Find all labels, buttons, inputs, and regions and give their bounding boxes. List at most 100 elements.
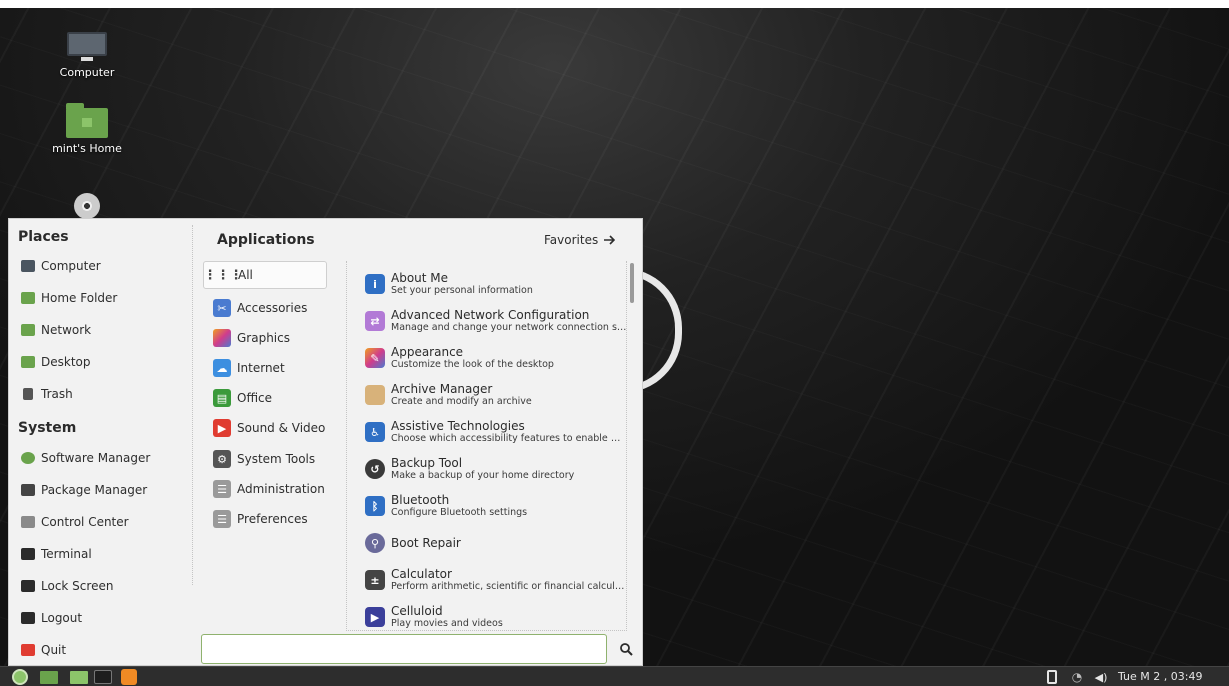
category-label: Graphics [237,331,290,345]
category-graphics[interactable]: Graphics [203,324,327,352]
system-item-control-center[interactable]: Control Center [21,511,129,533]
category-preferences[interactable]: ☰ Preferences [203,505,327,533]
terminal-launcher[interactable] [92,669,114,685]
place-label: Desktop [41,355,91,369]
app-item-celluloid[interactable]: ▶ Celluloid Play movies and videos [365,600,626,630]
files-launcher[interactable] [68,669,90,685]
show-desktop-button[interactable] [38,669,60,685]
volume-indicator[interactable]: ◀) [1090,669,1112,685]
app-item-boot-repair[interactable]: ⚲ Boot Repair [365,526,626,560]
app-name: Archive Manager [391,382,493,396]
system-item-lock-screen[interactable]: Lock Screen [21,575,113,597]
trash-icon [23,388,33,400]
archive-manager-icon [365,385,385,405]
scrollbar-thumb[interactable] [630,263,634,303]
app-description: Play movies and videos [391,617,503,629]
place-item-desktop[interactable]: Desktop [21,351,91,373]
bluetooth-icon: ᛒ [365,496,385,516]
category-sound-video[interactable]: ▶ Sound & Video [203,414,327,442]
category-label: Preferences [237,512,308,526]
search-icon [619,642,633,656]
category-office[interactable]: ▤ Office [203,384,327,412]
sound-video-icon: ▶ [213,419,231,437]
app-item-calculator[interactable]: ± Calculator Perform arithmetic, scientif… [365,563,626,597]
app-item-advanced-network-configuration[interactable]: ⇄ Advanced Network Configuration Manage a… [365,304,626,338]
favorites-button[interactable]: Favorites [544,233,616,247]
backup-icon: ↺ [365,459,385,479]
celluloid-icon: ▶ [365,607,385,627]
place-item-home-folder[interactable]: Home Folder [21,287,117,309]
desktop-icon-label: Computer [59,66,115,79]
category-internet[interactable]: ☁ Internet [203,354,327,382]
app-description: Customize the look of the desktop [391,358,554,370]
app-item-bluetooth[interactable]: ᛒ Bluetooth Configure Bluetooth settings [365,489,626,523]
system-item-terminal[interactable]: Terminal [21,543,92,565]
places-column: Places Computer Home Folder Network Desk… [9,219,192,667]
lock-icon [21,580,35,592]
administration-icon: ☰ [213,480,231,498]
category-all[interactable]: ⋮⋮⋮ All [203,261,327,289]
clock[interactable]: Tue M 2 , 03:49 [1118,670,1202,683]
search-input[interactable] [201,634,607,664]
system-item-package-manager[interactable]: Package Manager [21,479,147,501]
about-me-icon: i [365,274,385,294]
system-tools-icon: ⚙ [213,450,231,468]
terminal-icon [21,548,35,560]
battery-icon [1047,670,1057,684]
app-item-assistive-technologies[interactable]: ♿ Assistive Technologies Choose which acc… [365,415,626,449]
terminal-icon [94,670,112,684]
desktop-icon-computer[interactable]: Computer [32,32,142,79]
application-list[interactable]: i About Me Set your personal information … [346,261,627,631]
desktop-icon-home[interactable]: mint's Home [32,103,142,155]
network-wireless-icon: ◔ [1071,670,1083,684]
app-item-backup-tool[interactable]: ↺ Backup Tool Make a backup of your home … [365,452,626,486]
system-label: Quit [41,643,67,657]
battery-indicator[interactable] [1044,669,1060,685]
app-list-scrollbar[interactable] [628,261,636,631]
system-label: Lock Screen [41,579,114,593]
category-system-tools[interactable]: ⚙ System Tools [203,445,327,473]
app-name: Boot Repair [391,536,461,550]
app-item-archive-manager[interactable]: Archive Manager Create and modify an arch… [365,378,626,412]
update-manager-launcher[interactable] [118,669,140,685]
mint-menu-icon [12,669,28,685]
system-item-logout[interactable]: Logout [21,607,82,629]
category-label: Administration [237,482,325,496]
system-label: Control Center [41,515,129,529]
search-button[interactable] [614,637,638,661]
category-label: Office [237,391,273,405]
category-label: All [238,268,253,282]
app-description: Configure Bluetooth settings [391,506,528,518]
app-name: Calculator [391,567,452,581]
system-item-quit[interactable]: Quit [21,639,66,661]
desktop-icon-disc[interactable] [32,193,142,219]
place-item-trash[interactable]: Trash [21,383,73,405]
favorites-label: Favorites [544,233,599,247]
category-label: Internet [237,361,285,375]
app-description: Make a backup of your home directory [391,469,575,481]
app-item-about-me[interactable]: i About Me Set your personal information [365,267,626,301]
category-accessories[interactable]: ✂ Accessories [203,294,327,322]
accessibility-icon: ♿ [365,422,385,442]
app-name: Appearance [391,345,464,359]
category-label: Accessories [237,301,308,315]
system-label: Package Manager [41,483,148,497]
power-icon [21,644,35,656]
desktop-icon-label: mint's Home [52,142,122,155]
place-item-computer[interactable]: Computer [21,255,101,277]
network-folder-icon [21,324,35,336]
category-administration[interactable]: ☰ Administration [203,475,327,503]
system-heading: System [18,420,77,436]
accessories-icon: ✂ [213,299,231,317]
network-config-icon: ⇄ [365,311,385,331]
internet-icon: ☁ [213,359,231,377]
system-item-software-manager[interactable]: Software Manager [21,447,150,469]
place-item-network[interactable]: Network [21,319,91,341]
package-manager-icon [21,484,35,496]
mint-menu-button[interactable] [8,669,32,685]
software-manager-icon [21,452,35,464]
app-item-appearance[interactable]: ✎ Appearance Customize the look of the de… [365,341,626,375]
computer-icon [21,260,35,272]
place-label: Trash [41,387,73,401]
network-indicator[interactable]: ◔ [1066,669,1088,685]
